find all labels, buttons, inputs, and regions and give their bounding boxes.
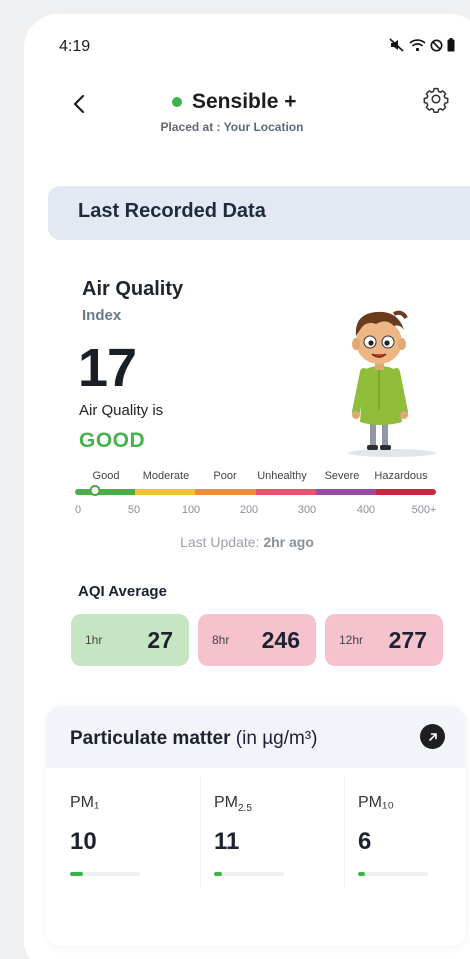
scale-tick: 400: [356, 504, 376, 516]
wifi-icon: [409, 39, 426, 52]
aqi-value: 17: [78, 338, 137, 398]
pm10-level-fill: [358, 872, 365, 876]
aqi-average-card-12hr[interactable]: 12hr 277: [325, 614, 443, 666]
scale-tick: 100: [181, 504, 201, 516]
mascot-illustration: [348, 310, 436, 457]
pm-card-header: Particulate matter (in µg/m³): [46, 706, 466, 768]
scale-label-good: Good: [92, 470, 120, 482]
phone-screen: 4:19 Sensible + Placed at : Your Locatio…: [24, 14, 470, 959]
scale-segment-3: [255, 489, 316, 495]
aqi-scale-marker: [89, 485, 101, 496]
pm10-level-track: [358, 872, 428, 876]
back-button[interactable]: [68, 92, 92, 116]
pm10-column: PM₁₀ 6: [334, 772, 470, 912]
last-update-label: Last Update:: [180, 534, 264, 550]
pm-title-bold: Particulate matter: [70, 728, 231, 749]
aqi-subtitle: Index: [82, 307, 122, 324]
last-recorded-banner: Last Recorded Data: [48, 186, 470, 240]
aqi-status: GOOD: [79, 429, 146, 452]
scale-label-moderate: Moderate: [142, 470, 190, 482]
do-not-disturb-icon: [430, 39, 443, 51]
placed-at-label: Placed at :: [160, 120, 224, 134]
pm1-column: PM₁ 10: [46, 772, 190, 912]
pm-card-title: Particulate matter (in µg/m³): [70, 728, 317, 750]
battery-icon: [447, 38, 455, 52]
chevron-left-icon: [73, 94, 85, 114]
avg-period: 1hr: [85, 633, 103, 647]
aqi-average-card-1hr[interactable]: 1hr 27: [71, 614, 189, 666]
placed-at: Placed at : Your Location: [24, 120, 440, 134]
gear-icon: [423, 87, 449, 113]
avg-period: 8hr: [212, 633, 230, 647]
status-time: 4:19: [59, 38, 91, 55]
avg-period: 12hr: [339, 633, 364, 647]
scale-label-severe: Severe: [324, 470, 360, 482]
scale-segment-5: [375, 489, 436, 495]
device-title: Sensible +: [172, 90, 296, 114]
scale-label-poor: Poor: [213, 470, 237, 482]
scale-label-hazardous: Hazardous: [374, 470, 428, 482]
scale-segment-0: [75, 489, 136, 495]
device-name: Sensible +: [192, 90, 297, 113]
last-update: Last Update: 2hr ago: [24, 534, 470, 550]
scale-segment-2: [195, 489, 256, 495]
particulate-matter-card: Particulate matter (in µg/m³) PM₁ 10 PM2…: [46, 706, 466, 946]
avg-value: 277: [388, 626, 427, 653]
banner-title: Last Recorded Data: [78, 200, 266, 222]
scale-tick: 0: [74, 504, 82, 516]
aqi-is-label: Air Quality is: [79, 402, 164, 419]
last-update-value: 2hr ago: [263, 534, 314, 550]
pm10-label: PM₁₀: [358, 794, 395, 811]
pm25-label-sub: 2.5: [238, 803, 252, 814]
pm1-level-fill: [70, 872, 83, 876]
scale-tick: 500+: [411, 504, 437, 516]
status-icons: [389, 38, 455, 52]
mute-icon: [389, 38, 404, 52]
avg-value: 246: [261, 626, 300, 653]
aqi-title: Air Quality: [82, 278, 184, 300]
aqi-scale-ticks: 0 50 100 200 300 400 500+: [74, 504, 444, 518]
scale-tick: 200: [239, 504, 259, 516]
aqi-scale-bar: [75, 489, 436, 495]
pm-expand-button[interactable]: [420, 724, 445, 749]
pm25-level-fill: [214, 872, 223, 876]
scale-label-unhealthy: Unhealthy: [257, 470, 307, 482]
pm1-level-track: [70, 872, 140, 876]
pm-title-unit: (in µg/m³): [230, 728, 318, 749]
aqi-scale-labels: Good Moderate Poor Unhealthy Severe Haza…: [74, 470, 438, 486]
arrow-up-right-icon: [428, 732, 437, 741]
pm25-column: PM2.5 11: [190, 772, 334, 912]
pm25-value: 11: [214, 828, 240, 855]
pm1-value: 10: [70, 828, 97, 855]
pm10-value: 6: [358, 828, 372, 855]
placed-at-location: Your Location: [223, 120, 304, 134]
scale-tick: 300: [297, 504, 317, 516]
scale-segment-1: [135, 489, 196, 495]
settings-button[interactable]: [422, 85, 450, 113]
aqi-average-card-8hr[interactable]: 8hr 246: [198, 614, 316, 666]
pm25-level-track: [214, 872, 284, 876]
scale-tick: 50: [127, 504, 141, 516]
scale-segment-4: [315, 489, 376, 495]
aqi-average-title: AQI Average: [78, 583, 167, 600]
pm25-label-main: PM: [214, 794, 238, 811]
avg-value: 27: [147, 626, 173, 653]
pm25-label: PM2.5: [214, 794, 252, 814]
online-status-dot: [172, 97, 182, 107]
pm1-label: PM₁: [70, 794, 100, 811]
